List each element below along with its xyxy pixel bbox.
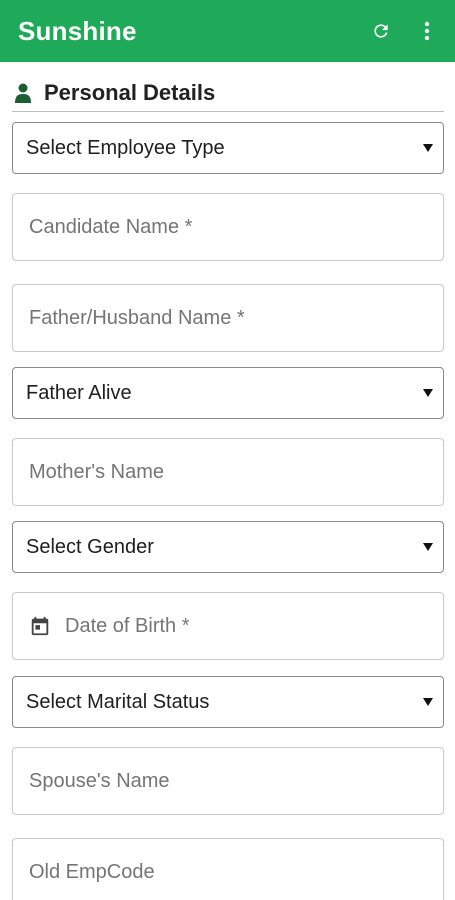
father-alive-select[interactable]: Father Alive: [12, 367, 444, 419]
employee-type-select[interactable]: Select Employee Type: [12, 122, 444, 174]
app-screen: Sunshine Personal Details Select Employe…: [0, 0, 455, 900]
dropdown-caret-icon: [423, 543, 433, 551]
mother-name-placeholder: Mother's Name: [29, 460, 164, 483]
spouse-name-field[interactable]: Spouse's Name: [12, 747, 444, 815]
app-bar-actions: [369, 19, 439, 43]
father-alive-value: Father Alive: [26, 381, 132, 404]
person-icon: [14, 83, 32, 103]
mother-name-field[interactable]: Mother's Name: [12, 438, 444, 506]
date-of-birth-field[interactable]: Date of Birth *: [12, 592, 444, 660]
father-husband-name-placeholder: Father/Husband Name *: [29, 306, 245, 329]
refresh-icon[interactable]: [369, 19, 393, 43]
dropdown-caret-icon: [423, 698, 433, 706]
spouse-name-placeholder: Spouse's Name: [29, 769, 170, 792]
dropdown-caret-icon: [423, 389, 433, 397]
dropdown-caret-icon: [423, 144, 433, 152]
section-title: Personal Details: [44, 79, 216, 105]
employee-type-value: Select Employee Type: [26, 136, 225, 159]
date-of-birth-placeholder: Date of Birth *: [65, 614, 190, 637]
gender-select[interactable]: Select Gender: [12, 521, 444, 573]
more-vert-icon[interactable]: [415, 19, 439, 43]
candidate-name-placeholder: Candidate Name *: [29, 215, 193, 238]
old-empcode-placeholder: Old EmpCode: [29, 860, 155, 883]
calendar-icon: [29, 615, 51, 637]
father-husband-name-field[interactable]: Father/Husband Name *: [12, 284, 444, 352]
marital-status-value: Select Marital Status: [26, 690, 210, 713]
gender-value: Select Gender: [26, 535, 154, 558]
marital-status-select[interactable]: Select Marital Status: [12, 676, 444, 728]
candidate-name-field[interactable]: Candidate Name *: [12, 193, 444, 261]
old-empcode-field[interactable]: Old EmpCode: [12, 838, 444, 900]
personal-details-header: Personal Details: [12, 74, 444, 112]
app-title: Sunshine: [18, 15, 137, 46]
app-bar: Sunshine: [0, 0, 455, 62]
